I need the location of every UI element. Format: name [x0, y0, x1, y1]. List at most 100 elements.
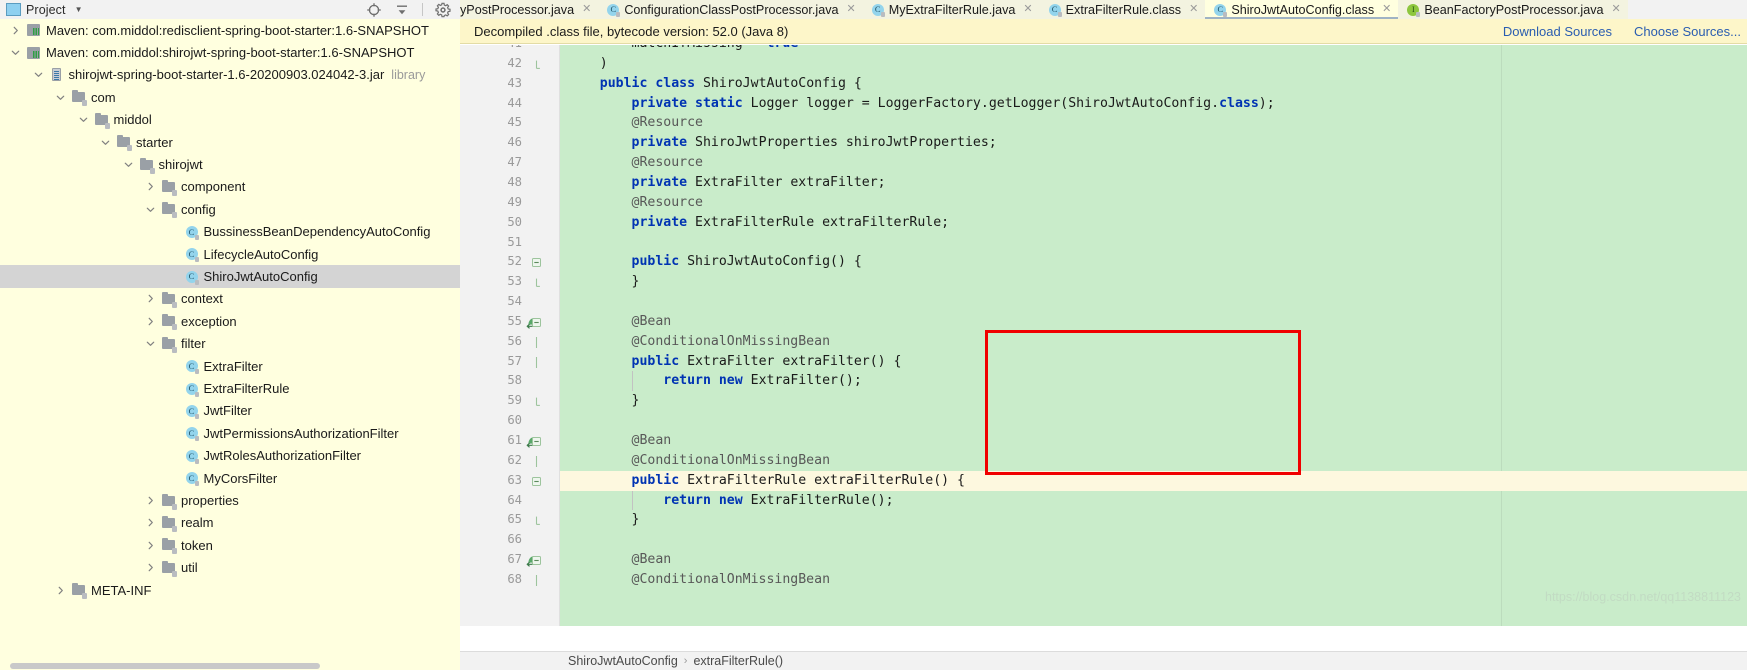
code-token: @Bean	[568, 433, 672, 448]
chevron-down-icon[interactable]: ▼	[75, 5, 83, 14]
tree-row[interactable]: C MyCorsFilter	[0, 467, 460, 489]
close-icon[interactable]: ✕	[847, 4, 856, 15]
chevron-down-icon[interactable]	[145, 204, 156, 215]
chevron-down-icon[interactable]	[145, 338, 156, 349]
tree-row[interactable]: C JwtRolesAuthorizationFilter	[0, 445, 460, 467]
code-fold-marker[interactable]	[531, 471, 542, 491]
chevron-right-icon[interactable]	[145, 540, 156, 551]
tree-row[interactable]: Maven: com.middol:shirojwt-spring-boot-s…	[0, 41, 460, 63]
tree-row[interactable]: context	[0, 288, 460, 310]
editor-tab-strip[interactable]: yPostProcessor.java ✕ C ConfigurationClassP…	[460, 0, 1747, 20]
chevron-right-icon[interactable]	[145, 293, 156, 304]
tree-row-label: context	[181, 291, 223, 307]
chevron-right-icon[interactable]	[145, 495, 156, 506]
close-icon[interactable]: ✕	[1189, 4, 1198, 15]
close-icon[interactable]: ✕	[1382, 4, 1391, 15]
editor-gutter[interactable]: 4142 43 44 45 46 47 48 49 50 51 52 53 54 55 56 57 58 59 60…	[460, 45, 559, 626]
tree-row[interactable]: C ExtraFilter	[0, 355, 460, 377]
tree-row[interactable]: com	[0, 86, 460, 108]
chevron-down-icon[interactable]	[100, 137, 111, 148]
tree-row[interactable]: middol	[0, 109, 460, 131]
scrollbar-thumb[interactable]	[10, 663, 320, 669]
breadcrumb[interactable]: ShiroJwtAutoConfig › extraFilterRule()	[460, 651, 1747, 670]
code-fold-marker[interactable]	[531, 272, 542, 292]
chevron-right-icon[interactable]	[145, 562, 156, 573]
tree-row[interactable]: C JwtPermissionsAuthorizationFilter	[0, 422, 460, 444]
tree-row[interactable]: starter	[0, 131, 460, 153]
tree-row[interactable]: properties	[0, 489, 460, 511]
chevron-right-icon[interactable]	[145, 517, 156, 528]
code-fold-marker[interactable]	[531, 54, 542, 74]
tree-row[interactable]: shirojwt	[0, 153, 460, 175]
code-fold-marker[interactable]	[531, 570, 542, 590]
chevron-down-icon[interactable]	[123, 159, 134, 170]
close-icon[interactable]: ✕	[1023, 4, 1032, 15]
breadcrumb-item-class[interactable]: ShiroJwtAutoConfig	[568, 654, 678, 668]
project-tree[interactable]: Maven: com.middol:redisclient-spring-boo…	[0, 19, 460, 650]
tree-row[interactable]: META-INF	[0, 579, 460, 601]
tree-row[interactable]: C LifecycleAutoConfig	[0, 243, 460, 265]
tree-row[interactable]: realm	[0, 512, 460, 534]
chevron-down-icon[interactable]	[78, 114, 89, 125]
tree-row[interactable]: C JwtFilter	[0, 400, 460, 422]
tree-row[interactable]: util	[0, 557, 460, 579]
tree-row[interactable]: filter	[0, 333, 460, 355]
editor-tab[interactable]: C ShiroJwtAutoConfig.class ✕	[1205, 0, 1399, 19]
tree-row[interactable]: config	[0, 198, 460, 220]
line-number: 52	[507, 254, 522, 269]
code-fold-marker[interactable]	[531, 312, 542, 332]
tree-row[interactable]: C ExtraFilterRule	[0, 377, 460, 399]
editor-tab[interactable]: I BeanFactoryPostProcessor.java ✕	[1398, 0, 1628, 19]
tree-row[interactable]: component	[0, 176, 460, 198]
breadcrumb-item-method[interactable]: extraFilterRule()	[693, 654, 783, 668]
code-token: }	[568, 512, 640, 528]
tree-row[interactable]: shirojwt-spring-boot-starter-1.6-2020090…	[0, 64, 460, 86]
settings-gear-icon[interactable]	[435, 2, 451, 18]
tree-row[interactable]: C ShiroJwtAutoConfig	[0, 265, 460, 288]
decompiled-message: Decompiled .class file, bytecode version…	[474, 23, 789, 39]
chevron-right-icon[interactable]	[145, 181, 156, 192]
code-fold-marker[interactable]	[531, 332, 542, 352]
chevron-right-icon[interactable]	[55, 585, 66, 596]
chevron-right-icon[interactable]	[10, 25, 21, 36]
editor-tab[interactable]: C ConfigurationClassPostProcessor.java ✕	[598, 0, 863, 19]
project-tree-horizontal-scrollbar[interactable]	[0, 661, 460, 670]
code-fold-marker[interactable]	[531, 352, 542, 372]
chevron-right-icon[interactable]	[145, 316, 156, 327]
collapse-all-icon[interactable]	[394, 2, 410, 18]
code-fold-marker[interactable]	[531, 510, 542, 530]
tree-row[interactable]: token	[0, 534, 460, 556]
editor-tab[interactable]: C ExtraFilterRule.class ✕	[1039, 0, 1206, 19]
tree-row[interactable]: Maven: com.middol:redisclient-spring-boo…	[0, 19, 460, 41]
code-fold-marker[interactable]	[531, 451, 542, 471]
code-line: private ExtraFilterRule extraFilterRule;	[568, 213, 950, 233]
choose-sources-link[interactable]: Choose Sources...	[1634, 24, 1741, 39]
editor-tab[interactable]: yPostProcessor.java ✕	[460, 0, 599, 19]
locate-icon[interactable]	[366, 2, 382, 18]
code-fold-marker[interactable]	[531, 252, 542, 272]
close-icon[interactable]: ✕	[1612, 4, 1621, 15]
chevron-down-icon[interactable]	[33, 69, 44, 80]
line-number: 45	[507, 115, 522, 130]
chevron-down-icon[interactable]	[55, 92, 66, 103]
editor-tab[interactable]: C MyExtraFilterRule.java ✕	[862, 0, 1040, 19]
line-number: 55	[507, 313, 522, 328]
download-sources-link[interactable]: Download Sources	[1503, 24, 1612, 39]
tree-row[interactable]: exception	[0, 310, 460, 332]
code-editor[interactable]: 4142 43 44 45 46 47 48 49 50 51 52 53 54 55 56 57 58 59 60…	[460, 45, 1747, 626]
chevron-down-icon[interactable]	[10, 47, 21, 58]
folder-icon	[71, 89, 87, 107]
code-fold-marker[interactable]	[531, 550, 542, 570]
close-icon[interactable]: ✕	[582, 4, 591, 15]
decompiled-notification-bar: Decompiled .class file, bytecode version…	[460, 19, 1747, 44]
code-token: private static	[631, 95, 743, 111]
code-token: ShiroJwtAutoConfig() {	[679, 254, 862, 270]
class-icon: C	[606, 3, 621, 17]
maven-module-icon	[26, 45, 42, 61]
code-fold-marker[interactable]	[531, 431, 542, 451]
code-fold-marker[interactable]	[531, 391, 542, 411]
project-window-icon	[6, 3, 21, 16]
tree-row[interactable]: C BussinessBeanDependencyAutoConfig	[0, 221, 460, 243]
